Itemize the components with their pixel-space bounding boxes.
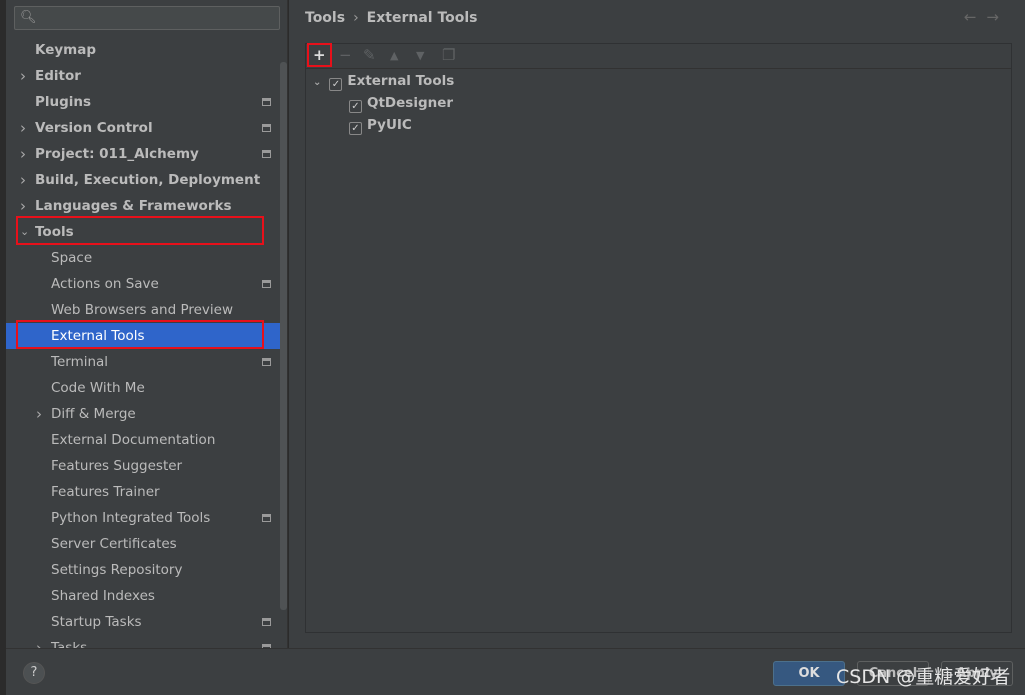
breadcrumb-external-tools: External Tools: [366, 10, 478, 26]
sidebar-item-plugins[interactable]: Plugins: [6, 89, 282, 115]
sidebar-item-external-documentation[interactable]: External Documentation: [6, 427, 282, 453]
sidebar-item-label: Build, Execution, Deployment: [35, 172, 261, 188]
forward-arrow-icon[interactable]: →: [986, 8, 1009, 26]
sidebar-item-settings-repository[interactable]: Settings Repository: [6, 557, 282, 583]
sidebar-item-label: Project: 011_Alchemy: [35, 146, 199, 162]
sidebar-item-terminal[interactable]: Terminal: [6, 349, 282, 375]
breadcrumb-tools[interactable]: Tools: [305, 10, 345, 26]
remove-icon[interactable]: −: [339, 46, 352, 64]
search-icon: 🔍︎: [20, 10, 37, 25]
sidebar-item-label: Version Control: [35, 120, 153, 136]
sidebar-item-label: Diff & Merge: [51, 406, 136, 422]
highlight-box: [16, 216, 264, 245]
sidebar-item-label: Tasks: [51, 640, 88, 648]
sidebar-item-label: Features Suggester: [51, 458, 183, 474]
tree-item-qtdesigner[interactable]: ✓ QtDesigner: [349, 92, 453, 114]
sidebar-item-label: Code With Me: [51, 380, 145, 396]
sidebar-item-shared-indexes[interactable]: Shared Indexes: [6, 583, 282, 609]
sidebar-item-label: Editor: [35, 68, 81, 84]
sidebar-item-tasks[interactable]: › Tasks: [6, 635, 282, 648]
sidebar-item-keymap[interactable]: Keymap: [6, 37, 282, 63]
add-highlight: [307, 43, 332, 67]
chevron-right-icon[interactable]: ›: [20, 141, 26, 167]
sidebar-item-label: Shared Indexes: [51, 588, 155, 604]
ok-button[interactable]: OK: [773, 661, 845, 686]
sidebar-item-label: Plugins: [35, 94, 92, 110]
sidebar-item-diff-merge[interactable]: › Diff & Merge: [6, 401, 282, 427]
sidebar-item-label: Settings Repository: [51, 562, 183, 578]
chevron-right-icon[interactable]: ›: [20, 167, 26, 193]
highlight-box: [16, 320, 264, 349]
sidebar-scrollbar[interactable]: [280, 62, 287, 610]
copy-icon[interactable]: ❐: [442, 46, 455, 64]
sidebar-item-label: Features Trainer: [51, 484, 160, 500]
tree-item-pyuic[interactable]: ✓ PyUIC: [349, 114, 412, 136]
sidebar-item-project-011-alchemy[interactable]: › Project: 011_Alchemy: [6, 141, 282, 167]
sidebar-item-label: Space: [51, 250, 93, 266]
sidebar-item-code-with-me[interactable]: Code With Me: [6, 375, 282, 401]
project-level-icon: [262, 98, 271, 106]
tools-toolbar: + − ✎ ▲ ▼ ❐: [306, 44, 1011, 69]
sidebar-item-label: Actions on Save: [51, 276, 159, 292]
chevron-right-icon[interactable]: ›: [20, 63, 26, 89]
tree-group-external-tools[interactable]: ⌄ ✓ External Tools: [313, 70, 454, 92]
sidebar-item-label: Python Integrated Tools: [51, 510, 211, 526]
sidebar-item-editor[interactable]: › Editor: [6, 63, 282, 89]
project-level-icon: [262, 124, 271, 132]
sidebar-item-label: Keymap: [35, 42, 97, 58]
sidebar-item-features-suggester[interactable]: Features Suggester: [6, 453, 282, 479]
checkbox[interactable]: ✓: [329, 78, 343, 91]
move-up-icon[interactable]: ▲: [390, 49, 398, 62]
project-level-icon: [262, 514, 271, 522]
sidebar-item-version-control[interactable]: › Version Control: [6, 115, 282, 141]
sidebar-item-build-execution-deployment[interactable]: › Build, Execution, Deployment: [6, 167, 282, 193]
breadcrumb: Tools › External Tools: [305, 10, 478, 26]
chevron-right-icon[interactable]: ›: [36, 401, 42, 427]
chevron-down-icon[interactable]: ⌄: [313, 77, 321, 88]
sidebar-item-label: Startup Tasks: [51, 614, 142, 630]
sidebar-item-features-trainer[interactable]: Features Trainer: [6, 479, 282, 505]
move-down-icon[interactable]: ▼: [416, 49, 424, 62]
settings-main: Tools › External Tools ←→ + − ✎ ▲ ▼ ❐ ⌄ ✓ Ex…: [289, 0, 1025, 648]
sidebar-item-server-certificates[interactable]: Server Certificates: [6, 531, 282, 557]
checkbox[interactable]: ✓: [349, 122, 362, 135]
checkbox[interactable]: ✓: [349, 100, 362, 113]
project-level-icon: [262, 618, 271, 626]
external-tools-panel: + − ✎ ▲ ▼ ❐ ⌄ ✓ External Tools ✓ QtDesigner…: [305, 43, 1012, 633]
sidebar-item-label: Terminal: [51, 354, 109, 370]
sidebar-item-python-integrated-tools[interactable]: Python Integrated Tools: [6, 505, 282, 531]
sidebar-item-label: Server Certificates: [51, 536, 177, 552]
sidebar-item-startup-tasks[interactable]: Startup Tasks: [6, 609, 282, 635]
chevron-right-icon[interactable]: ›: [20, 115, 26, 141]
help-button[interactable]: ?: [23, 662, 45, 684]
chevron-right-icon[interactable]: ›: [36, 635, 42, 648]
settings-sidebar: 🔍︎ Keymap › Editor Plugins › Version Control ›…: [6, 0, 288, 648]
sidebar-item-label: External Documentation: [51, 432, 216, 448]
settings-search-input[interactable]: 🔍︎: [14, 6, 280, 30]
edit-icon[interactable]: ✎: [363, 46, 376, 64]
project-level-icon: [262, 150, 271, 158]
back-arrow-icon[interactable]: ←: [964, 8, 987, 26]
project-level-icon: [262, 358, 271, 366]
project-level-icon: [262, 280, 271, 288]
watermark: CSDN @重糖爱好者: [836, 666, 1011, 688]
sidebar-item-actions-on-save[interactable]: Actions on Save: [6, 271, 282, 297]
sidebar-item-space[interactable]: Space: [6, 245, 282, 271]
